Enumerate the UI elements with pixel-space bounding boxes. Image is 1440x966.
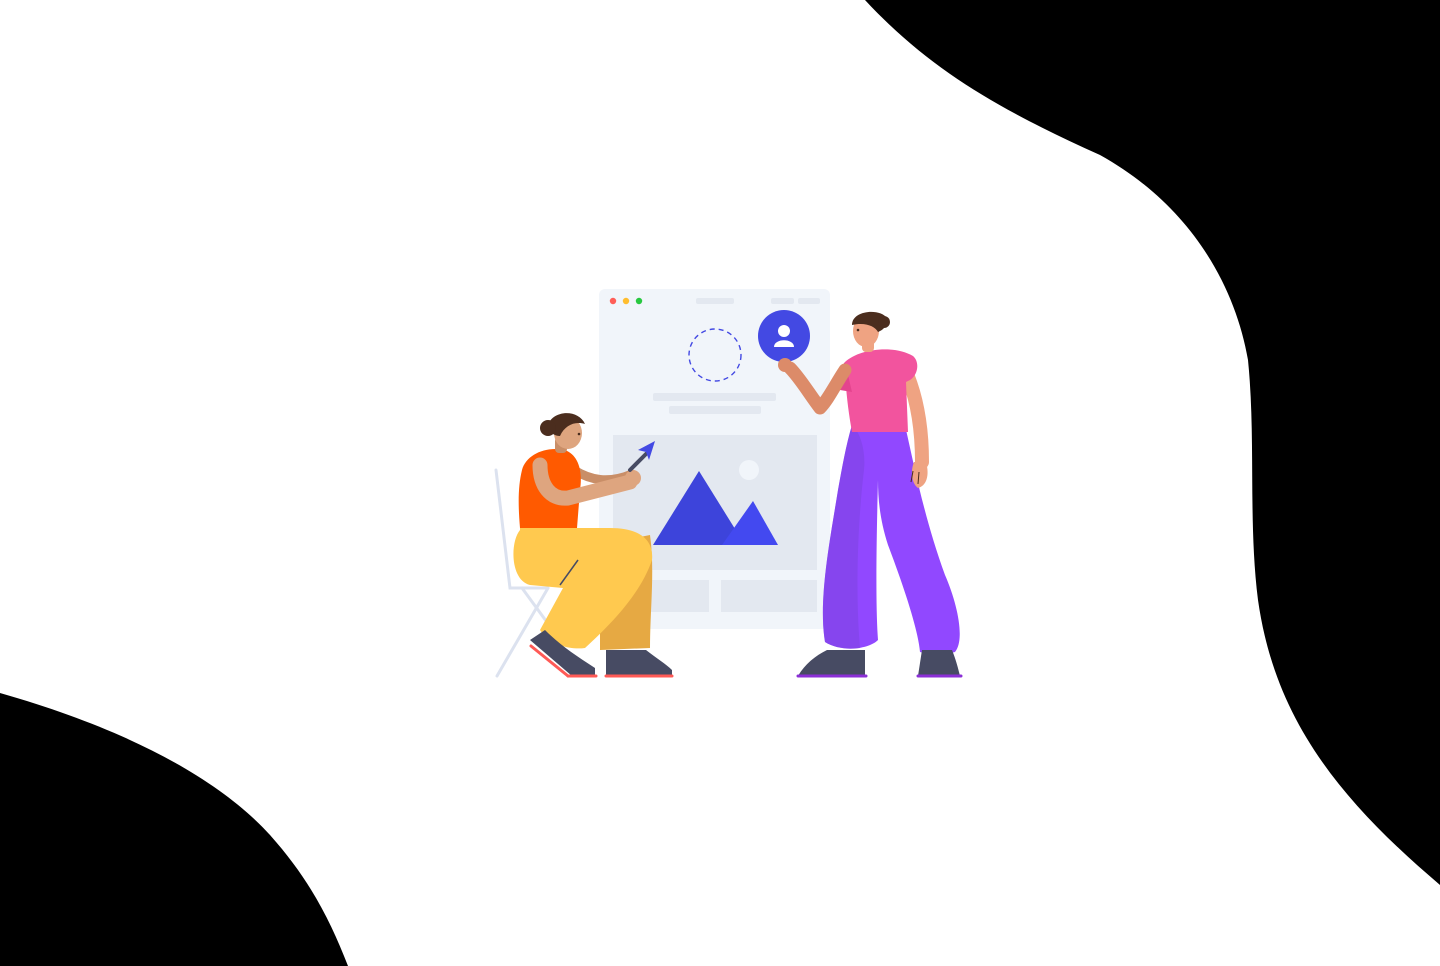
seated-shoe-right bbox=[606, 650, 672, 676]
mockup-card-2 bbox=[721, 580, 817, 612]
bottom-left-blob bbox=[0, 693, 348, 966]
standing-shoe-right bbox=[918, 650, 960, 676]
seated-designer bbox=[513, 413, 674, 678]
window-dot-green bbox=[635, 297, 643, 305]
standing-shoe-left bbox=[798, 650, 865, 676]
top-right-blob bbox=[865, 0, 1440, 885]
window-dot-yellow bbox=[622, 297, 630, 305]
mockup-nav-bar bbox=[696, 298, 734, 304]
user-avatar-icon bbox=[758, 310, 810, 362]
mockup-nav-item-2 bbox=[798, 298, 820, 304]
hero-illustration bbox=[0, 0, 1440, 966]
mockup-nav-item-1 bbox=[771, 298, 794, 304]
mockup-subheading-line bbox=[669, 406, 761, 414]
illustration-canvas bbox=[0, 0, 1440, 966]
mockup-heading-line bbox=[653, 393, 776, 401]
window-dot-red bbox=[609, 297, 617, 305]
